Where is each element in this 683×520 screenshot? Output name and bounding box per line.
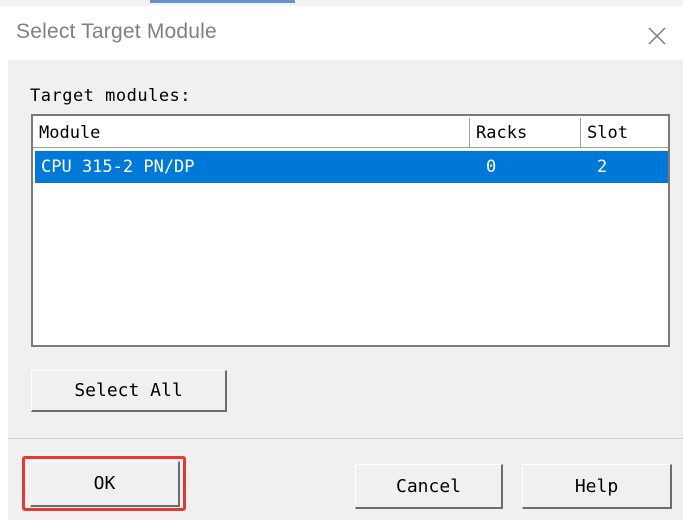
select-all-button[interactable]: Select All bbox=[31, 370, 227, 412]
target-modules-label: Target modules: bbox=[30, 86, 192, 106]
module-cell: CPU 315-2 PN/DP bbox=[41, 157, 195, 177]
column-header-module[interactable]: Module bbox=[33, 118, 470, 148]
column-header-slot[interactable]: Slot bbox=[581, 118, 668, 148]
dialog-title: Select Target Module bbox=[16, 20, 217, 43]
title-bar[interactable]: Select Target Module bbox=[0, 6, 683, 60]
close-button[interactable] bbox=[640, 20, 674, 52]
list-item[interactable]: CPU 315-2 PN/DP 0 2 bbox=[35, 151, 668, 183]
ok-highlight-box bbox=[22, 456, 186, 511]
close-icon bbox=[648, 27, 666, 45]
top-edge-accent bbox=[150, 0, 295, 3]
column-header-racks[interactable]: Racks bbox=[470, 118, 581, 148]
slot-cell: 2 bbox=[597, 157, 608, 177]
cancel-button[interactable]: Cancel bbox=[355, 464, 503, 509]
racks-cell: 0 bbox=[486, 157, 497, 177]
list-header: Module Racks Slot bbox=[33, 116, 668, 150]
target-modules-list[interactable]: Module Racks Slot CPU 315-2 PN/DP 0 2 bbox=[31, 114, 670, 347]
help-button[interactable]: Help bbox=[522, 464, 672, 509]
